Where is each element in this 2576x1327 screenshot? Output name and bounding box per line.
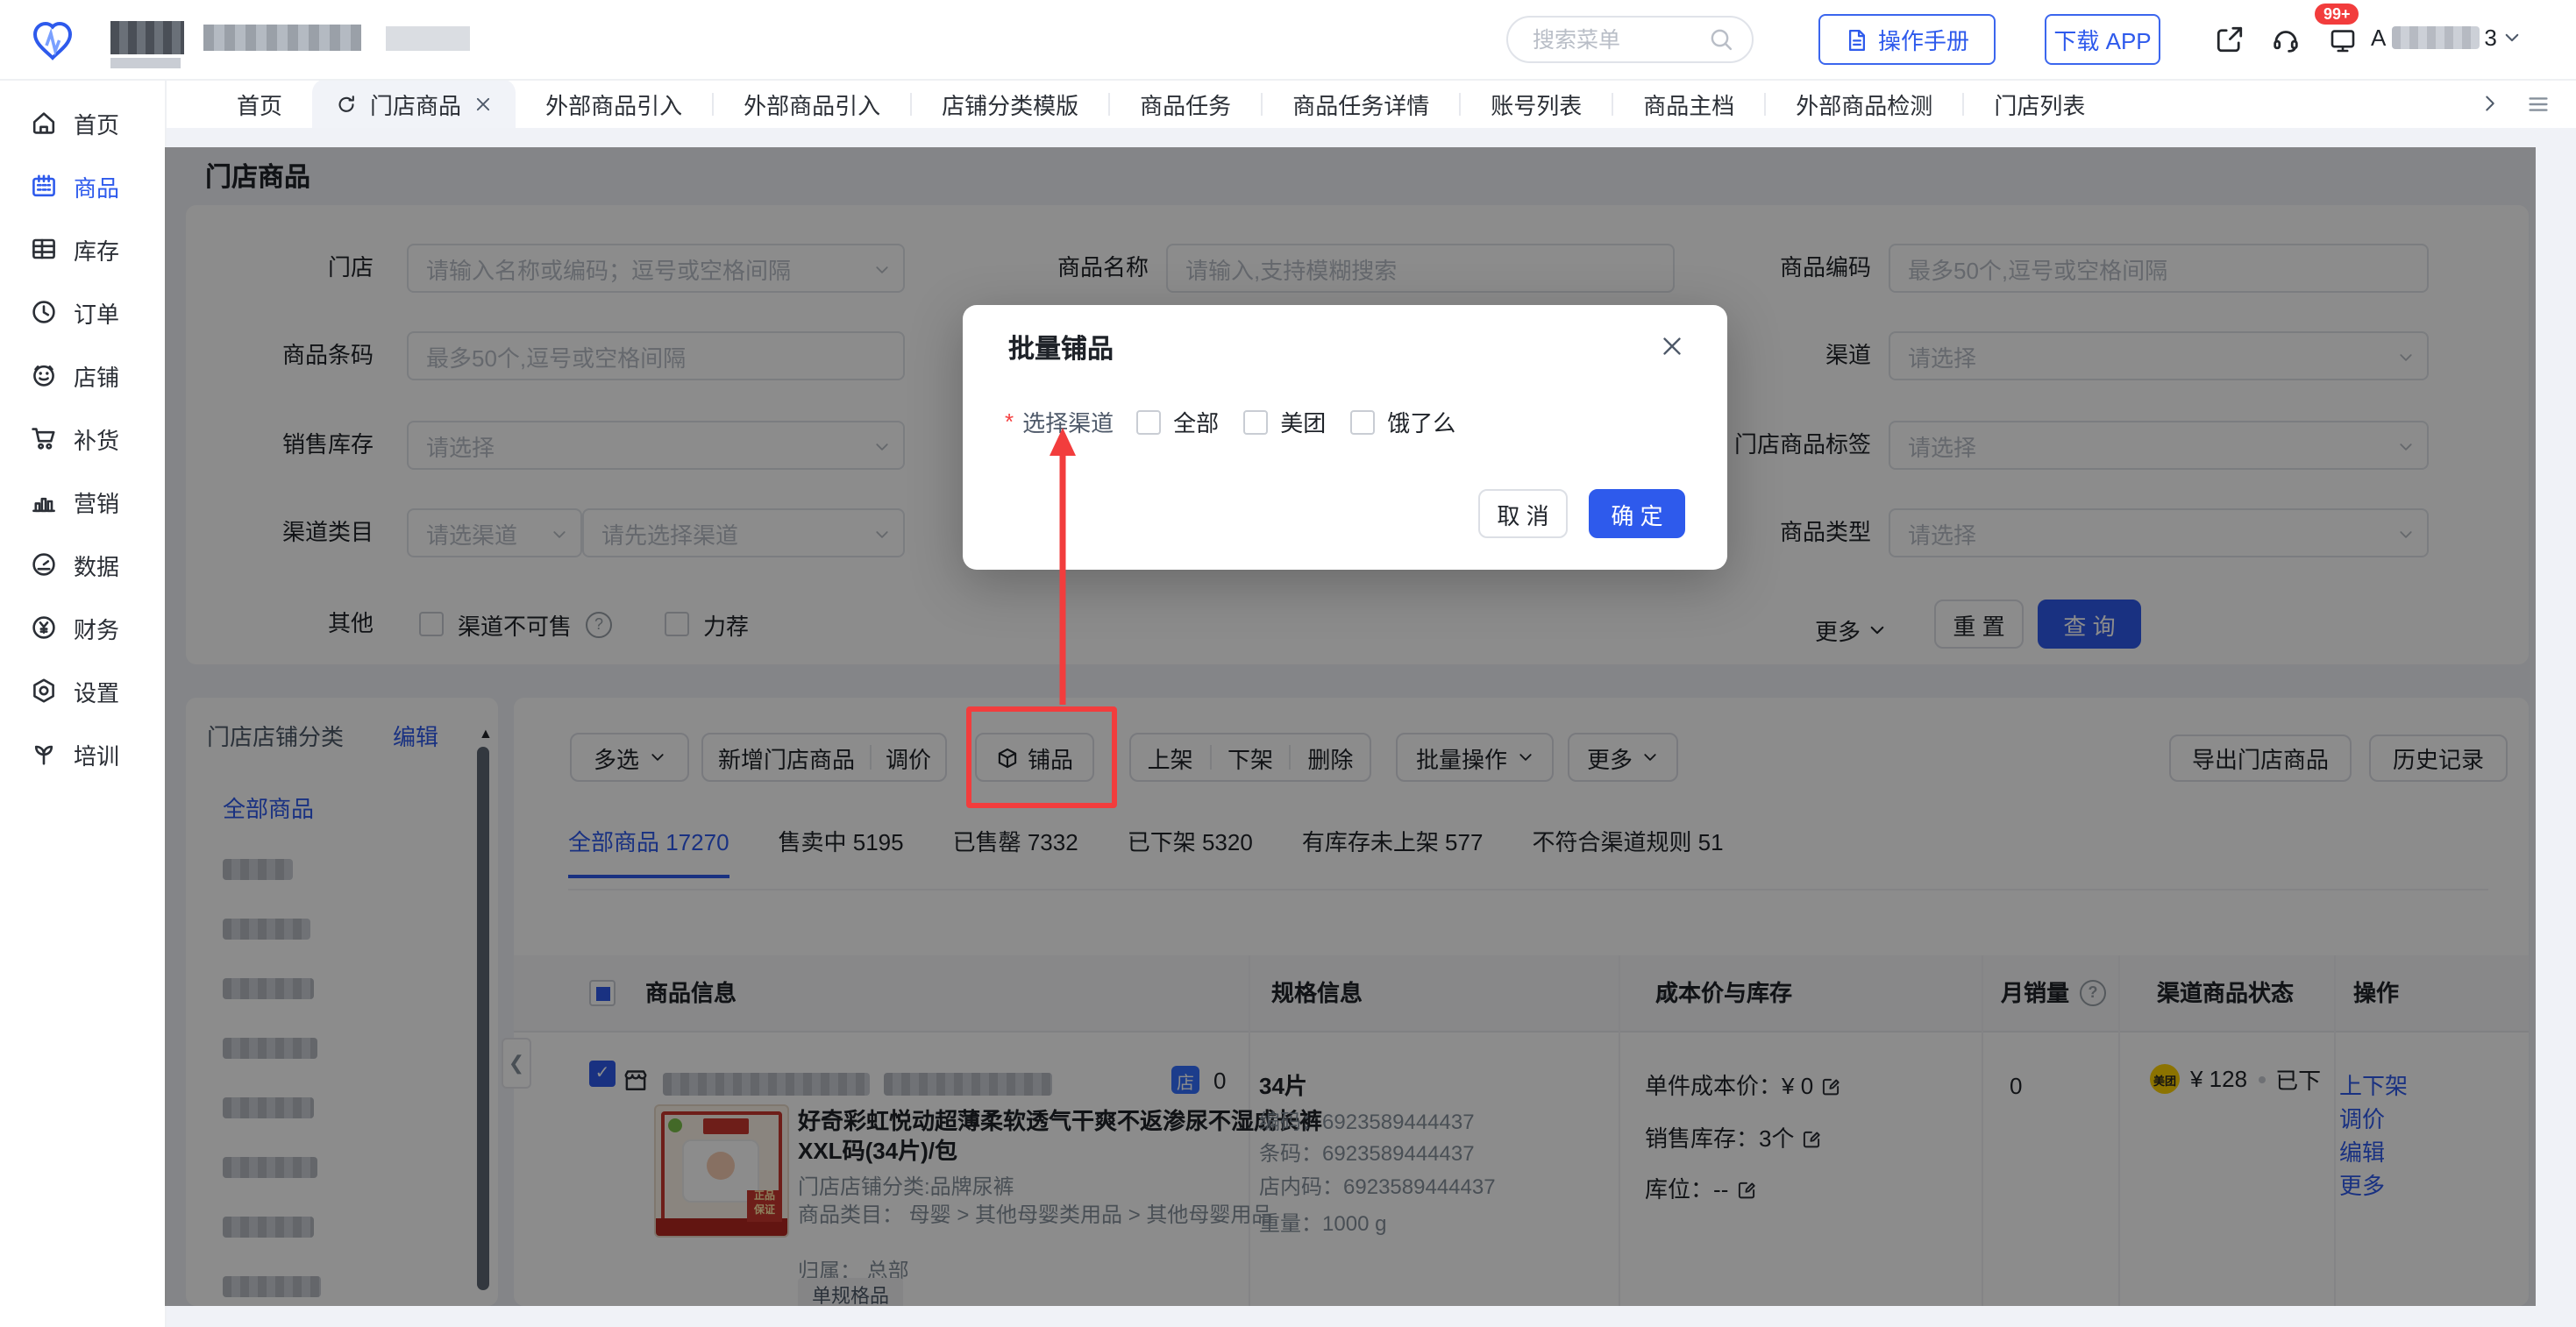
manual-button[interactable]: 操作手册	[1818, 14, 1996, 65]
channel-select-row: * 选择渠道 全部 美团 饿了么	[1005, 405, 1480, 438]
search-icon[interactable]	[1708, 26, 1734, 53]
checkbox-饿了么[interactable]	[1350, 409, 1375, 434]
user-suffix: 3	[2484, 25, 2496, 51]
tab-门店商品[interactable]: 门店商品	[312, 79, 516, 128]
goods-icon	[30, 172, 58, 200]
tab-店铺分类模版[interactable]: 店铺分类模版	[912, 79, 1108, 128]
tabs-scroll-right-icon[interactable]	[2480, 93, 2501, 114]
yen-icon	[30, 614, 58, 642]
modal-channel-option-饿了么[interactable]: 饿了么	[1350, 405, 1455, 438]
sidebar-item-库存[interactable]: 库存	[0, 217, 165, 280]
notification-badge: 99+	[2315, 4, 2359, 25]
sprout-icon	[30, 740, 58, 768]
cancel-button[interactable]: 取 消	[1478, 489, 1568, 538]
tab-门店列表[interactable]: 门店列表	[1964, 79, 2115, 128]
document-icon	[1845, 27, 1869, 52]
refresh-icon[interactable]	[335, 92, 358, 115]
checkbox-全部[interactable]	[1136, 409, 1161, 434]
home-icon	[30, 109, 58, 137]
tab-外部商品引入[interactable]: 外部商品引入	[516, 79, 712, 128]
tab-商品主档[interactable]: 商品主档	[1613, 79, 1764, 128]
highlight-rectangle-annotation	[966, 706, 1117, 808]
user-menu[interactable]: A 3	[2371, 25, 2522, 51]
sidebar-item-店铺[interactable]: 店铺	[0, 344, 165, 407]
sidebar-item-营销[interactable]: 营销	[0, 470, 165, 533]
tab-账号列表[interactable]: 账号列表	[1461, 79, 1612, 128]
tab-bar: 首页门店商品外部商品引入外部商品引入店铺分类模版商品任务商品任务详情账号列表商品…	[165, 79, 2576, 128]
app-root: 操作手册 下载 APP 99+ A 3 首页门店商品外部商品引入外部商品引入店铺…	[0, 0, 2576, 1327]
brand-sub-redacted	[110, 58, 181, 68]
sidebar-item-财务[interactable]: 财务	[0, 596, 165, 659]
brand-name-redacted	[110, 21, 184, 54]
menu-search-input[interactable]	[1529, 25, 1708, 53]
confirm-button[interactable]: 确 定	[1589, 489, 1685, 538]
user-prefix: A	[2371, 25, 2386, 51]
sidebar-item-首页[interactable]: 首页	[0, 91, 165, 154]
tab-首页[interactable]: 首页	[207, 79, 312, 128]
sidebar-item-数据[interactable]: 数据	[0, 533, 165, 596]
screenshot-stage: 操作手册 下载 APP 99+ A 3 首页门店商品外部商品引入外部商品引入店铺…	[0, 0, 2576, 1327]
sidebar: 首页商品库存订单店铺补货营销数据财务设置培训	[0, 79, 167, 1327]
tab-商品任务[interactable]: 商品任务	[1110, 79, 1261, 128]
channel-field-label: 选择渠道	[1022, 405, 1114, 438]
user-name-redacted	[2391, 26, 2479, 49]
gear-icon	[30, 677, 58, 705]
option-label: 美团	[1280, 405, 1326, 438]
option-label: 饿了么	[1387, 405, 1455, 438]
tab-外部商品引入[interactable]: 外部商品引入	[714, 79, 910, 128]
app-header: 操作手册 下载 APP 99+ A 3	[0, 0, 2576, 81]
batch-distribute-modal: 批量铺品 * 选择渠道 全部 美团 饿了么 取 消 确 定	[963, 305, 1727, 570]
option-label: 全部	[1173, 405, 1219, 438]
app-logo-icon	[26, 14, 79, 67]
headset-icon[interactable]	[2271, 25, 2301, 54]
order-icon	[30, 298, 58, 326]
cart-icon	[30, 424, 58, 452]
required-asterisk: *	[1005, 408, 1014, 435]
notification-icon[interactable]	[2329, 26, 2357, 54]
env-label-redacted	[386, 26, 470, 51]
share-icon[interactable]	[2215, 25, 2245, 54]
modal-channel-option-美团[interactable]: 美团	[1243, 405, 1326, 438]
sidebar-item-设置[interactable]: 设置	[0, 659, 165, 722]
bars-icon	[30, 487, 58, 515]
chevron-down-icon	[2502, 28, 2522, 47]
close-icon[interactable]	[1659, 333, 1685, 359]
tab-外部商品检测[interactable]: 外部商品检测	[1766, 79, 1962, 128]
confirm-label: 确 定	[1611, 497, 1662, 530]
sidebar-item-补货[interactable]: 补货	[0, 407, 165, 470]
modal-channel-option-全部[interactable]: 全部	[1136, 405, 1219, 438]
download-app-label: 下载 APP	[2053, 23, 2151, 56]
checkbox-美团[interactable]	[1243, 409, 1268, 434]
menu-search	[1506, 16, 1754, 63]
inventory-icon	[30, 235, 58, 263]
sidebar-item-培训[interactable]: 培训	[0, 722, 165, 785]
close-icon[interactable]	[473, 94, 493, 113]
download-app-button[interactable]: 下载 APP	[2045, 14, 2160, 65]
tabs-menu-icon[interactable]	[2525, 90, 2551, 117]
cancel-label: 取 消	[1497, 497, 1548, 530]
tab-商品任务详情[interactable]: 商品任务详情	[1263, 79, 1459, 128]
sidebar-item-商品[interactable]: 商品	[0, 154, 165, 217]
gauge-icon	[30, 550, 58, 578]
modal-title: 批量铺品	[1008, 330, 1114, 366]
company-name-redacted	[203, 25, 361, 51]
shop-icon	[30, 361, 58, 389]
manual-button-label: 操作手册	[1878, 23, 1969, 56]
sidebar-item-订单[interactable]: 订单	[0, 280, 165, 344]
